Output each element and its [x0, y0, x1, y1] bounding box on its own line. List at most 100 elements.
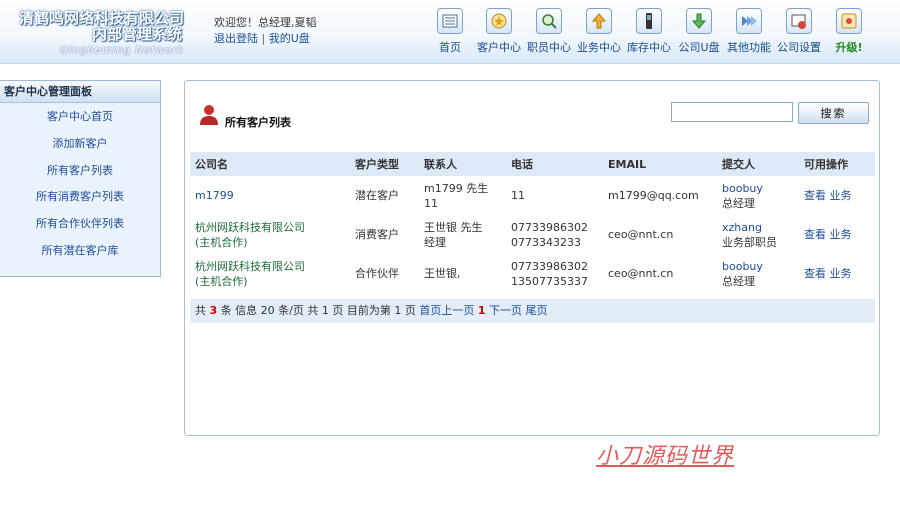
phone-number: 07733986302 — [511, 220, 588, 234]
sidebar-panel: 客户中心管理面板 客户中心首页 添加新客户 所有客户列表 所有消费客户列表 所有… — [0, 80, 161, 277]
table-header-row: 公司名 客户类型 联系人 电话 EMAIL 提交人 可用操作 — [190, 152, 875, 176]
column-header: 客户类型 — [350, 152, 419, 176]
view-link[interactable]: 查看 — [804, 189, 826, 202]
view-link[interactable]: 查看 — [804, 267, 826, 280]
sidebar-item-potential-customers[interactable]: 所有潜在客户库 — [0, 238, 160, 265]
nav-label: 职员中心 — [527, 41, 571, 54]
company-link[interactable]: 杭州网跃科技有限公司 (主机合作) — [195, 259, 350, 289]
nav-label: 其他功能 — [727, 41, 771, 54]
nav-other-functions[interactable]: 其他功能 — [721, 8, 777, 55]
table-row: 杭州网跃科技有限公司 (主机合作) 合作伙伴 王世银, 07733986302 13… — [190, 254, 875, 293]
first-page-link[interactable]: 首页 — [419, 304, 441, 317]
nav-label: 首页 — [439, 41, 461, 54]
nav-label: 公司U盘 — [678, 41, 720, 54]
nav-inventory-center[interactable]: 库存中心 — [621, 8, 677, 55]
sidebar-item-consumer-customers[interactable]: 所有消费客户列表 — [0, 184, 160, 211]
column-header: 可用操作 — [799, 152, 875, 176]
nav-company-udisk[interactable]: 公司U盘 — [671, 8, 727, 55]
prev-page-link[interactable]: 上一页 — [441, 304, 474, 317]
nav-label: 库存中心 — [627, 41, 671, 54]
company-note: (主机合作) — [195, 235, 248, 249]
search-button[interactable]: 搜索 — [798, 102, 869, 124]
submitter-link[interactable]: boobuy — [722, 182, 763, 195]
page-title: 所有客户列表 — [225, 116, 291, 129]
column-header: 提交人 — [717, 152, 799, 176]
last-page-link[interactable]: 尾页 — [525, 304, 547, 317]
nav-label: 业务中心 — [577, 41, 621, 54]
company-link[interactable]: m1799 — [195, 189, 234, 202]
contact-title: 经理 — [424, 235, 446, 249]
sidebar-title: 客户中心管理面板 — [0, 81, 160, 103]
logo-company-name: 清鹤鸣网络科技有限公司 — [18, 9, 184, 27]
sidebar-item-customer-home[interactable]: 客户中心首页 — [0, 104, 160, 131]
company-name: 杭州网跃科技有限公司 — [195, 220, 305, 234]
current-page: 1 — [477, 304, 486, 317]
sidebar-item-partners[interactable]: 所有合作伙伴列表 — [0, 211, 160, 238]
nav-label: 升级! — [835, 41, 863, 54]
logo-english-name: Qingheming Network — [60, 45, 184, 56]
magnifier-icon — [536, 8, 562, 34]
contact-cell: 王世银 先生 经理 — [419, 215, 506, 254]
business-link[interactable]: 业务 — [830, 189, 852, 202]
sidebar-item-all-customers[interactable]: 所有客户列表 — [0, 158, 160, 185]
submitter-link[interactable]: boobuy — [722, 260, 763, 273]
submitter-cell: boobuy 总经理 — [717, 254, 799, 293]
contact-cell: 王世银, — [419, 254, 506, 293]
home-icon — [437, 8, 463, 34]
star-icon — [486, 8, 512, 34]
phone-number: 07733986302 — [511, 259, 588, 273]
actions-cell: 查看 业务 — [799, 215, 875, 254]
email-cell: ceo@nnt.cn — [608, 267, 674, 280]
view-link[interactable]: 查看 — [804, 228, 826, 241]
nav-label: 客户中心 — [477, 41, 521, 54]
table-row: m1799 潜在客户 m1799 先生 11 11 m1799@qq.com bo… — [190, 176, 875, 215]
upload-icon — [586, 8, 612, 34]
sidebar-item-add-customer[interactable]: 添加新客户 — [0, 131, 160, 158]
welcome-area: 欢迎您！总经理,夏韬 退出登陆 | 我的U盘 — [214, 15, 317, 47]
column-header: 公司名 — [190, 152, 350, 176]
column-header: 联系人 — [419, 152, 506, 176]
contact-title: 11 — [424, 196, 438, 210]
pager-prefix: 共 — [195, 304, 206, 317]
phone-number: 11 — [511, 189, 525, 202]
submitter-role: 总经理 — [722, 196, 755, 210]
logo: 清鹤鸣网络科技有限公司 内部管理系统 Qingheming Network — [4, 10, 184, 57]
total-count: 3 — [209, 304, 218, 317]
actions-cell: 查看 业务 — [799, 176, 875, 215]
business-link[interactable]: 业务 — [830, 267, 852, 280]
search-input[interactable] — [671, 102, 793, 122]
settings-icon — [786, 8, 812, 34]
column-header: 电话 — [506, 152, 603, 176]
submitter-role: 业务部职员 — [722, 235, 777, 249]
phone-number: 0773343233 — [511, 235, 581, 249]
nav-label: 公司设置 — [777, 41, 821, 54]
customer-type: 合作伙伴 — [355, 267, 399, 280]
email-cell: m1799@qq.com — [608, 189, 699, 202]
customer-table: 公司名 客户类型 联系人 电话 EMAIL 提交人 可用操作 m1799 潜在客… — [190, 152, 875, 293]
contact-name: 王世银 先生 — [424, 220, 483, 234]
watermark-text: 小刀源码世界 — [596, 444, 735, 469]
nav-staff-center[interactable]: 职员中心 — [521, 8, 577, 55]
arrows-icon — [736, 8, 762, 34]
contact-name: 王世银, — [424, 267, 461, 280]
next-page-link[interactable]: 下一页 — [489, 304, 522, 317]
welcome-text: 欢迎您！总经理,夏韬 — [214, 16, 317, 29]
business-link[interactable]: 业务 — [830, 228, 852, 241]
submitter-link[interactable]: xzhang — [722, 221, 762, 234]
nav-home[interactable]: 首页 — [422, 8, 478, 55]
my-udisk-link[interactable]: 我的U盘 — [269, 32, 310, 45]
nav-customer-center[interactable]: 客户中心 — [471, 8, 527, 55]
separator: | — [261, 32, 266, 45]
company-link[interactable]: 杭州网跃科技有限公司 (主机合作) — [195, 220, 350, 250]
phone-number: 13507735337 — [511, 274, 588, 288]
column-header: EMAIL — [603, 152, 717, 176]
nav-company-settings[interactable]: 公司设置 — [771, 8, 827, 55]
email-cell: ceo@nnt.cn — [608, 228, 674, 241]
device-icon — [636, 8, 662, 34]
nav-business-center[interactable]: 业务中心 — [571, 8, 627, 55]
submitter-role: 总经理 — [722, 274, 755, 288]
upgrade-icon — [836, 8, 862, 34]
main-panel: 所有客户列表 搜索 公司名 客户类型 联系人 电话 EMAIL 提交人 可用操作… — [184, 80, 880, 436]
logout-link[interactable]: 退出登陆 — [214, 32, 258, 45]
nav-upgrade[interactable]: 升级! — [821, 8, 877, 55]
